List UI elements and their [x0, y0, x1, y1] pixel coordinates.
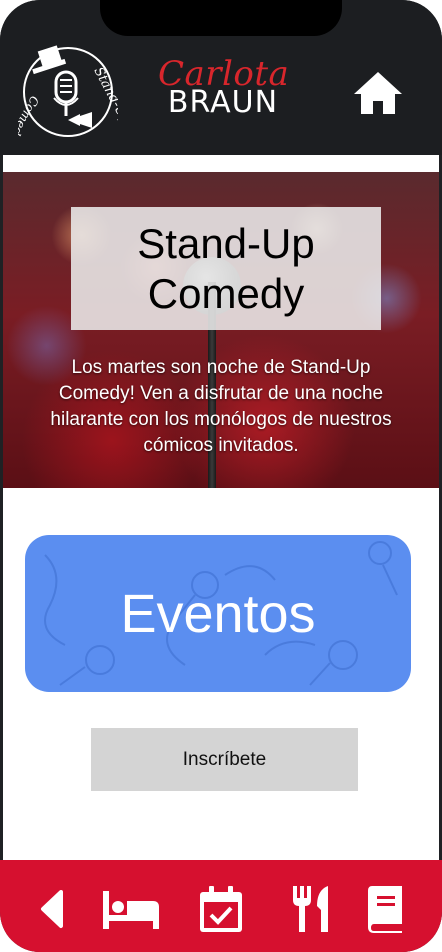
- back-icon: [41, 890, 63, 928]
- home-icon: [354, 72, 402, 114]
- brand-block-text: BRAUN: [167, 85, 279, 120]
- events-label: Eventos: [120, 583, 316, 644]
- events-button[interactable]: Eventos: [25, 535, 411, 692]
- nav-back-button[interactable]: [34, 882, 70, 936]
- nav-restaurant-button[interactable]: [288, 882, 334, 936]
- home-button[interactable]: [352, 70, 404, 116]
- hero-title-line2: Comedy: [147, 269, 305, 317]
- hero-title-box: Stand-Up Comedy: [71, 207, 381, 330]
- nav-rooms-button[interactable]: [100, 882, 162, 936]
- book-icon: [368, 886, 402, 933]
- phone-notch: [100, 0, 342, 36]
- utensils-icon: [293, 886, 328, 932]
- calendar-check-icon: [200, 886, 242, 932]
- svg-text:Comedy: Comedy: [18, 94, 42, 140]
- nav-menu-book-button[interactable]: [364, 882, 406, 936]
- hero-description: Los martes son noche de Stand-Up Comedy!…: [50, 357, 392, 456]
- standup-comedy-logo: Stand-Up Comedy: [6, 40, 133, 144]
- bottom-nav: [0, 860, 442, 952]
- hero-banner: Stand-Up Comedy Los martes son noche de …: [3, 172, 439, 488]
- signup-button[interactable]: Inscríbete: [91, 728, 358, 791]
- brand-logo: Carlota BRAUN: [158, 56, 289, 136]
- main-content: Stand-Up Comedy Los martes son noche de …: [3, 155, 439, 860]
- nav-calendar-button[interactable]: [196, 882, 246, 936]
- hero-title-line1: Stand-Up: [137, 219, 315, 267]
- phone-frame: Stand-Up Comedy Carlota BRAUN Stand-Up C…: [0, 0, 442, 952]
- hero-title: Stand-Up Comedy: [137, 219, 314, 319]
- bed-icon: [103, 891, 159, 929]
